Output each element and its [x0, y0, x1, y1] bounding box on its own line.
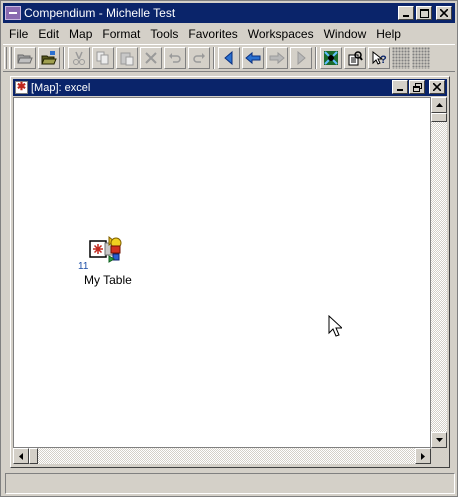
vertical-scrollbar[interactable] — [431, 97, 447, 448]
arrow-left-icon — [19, 452, 23, 460]
maximize-icon — [419, 8, 429, 18]
status-bar — [5, 473, 455, 494]
forward-history-icon — [269, 51, 285, 65]
scroll-right-button[interactable] — [415, 448, 431, 464]
forward-history-button[interactable] — [266, 47, 288, 69]
menu-favorites[interactable]: Favorites — [183, 27, 242, 41]
copy-icon — [96, 51, 109, 65]
arrow-down-icon — [435, 438, 443, 442]
close-icon — [440, 9, 448, 17]
back-history-icon — [245, 51, 261, 65]
back-button[interactable] — [218, 47, 240, 69]
map-node-icon[interactable]: ✱ — [15, 81, 28, 94]
copy-button[interactable] — [92, 47, 114, 69]
node-label[interactable]: My Table — [84, 273, 132, 287]
undo-icon — [169, 53, 181, 63]
window-title: Compendium - Michelle Test — [24, 6, 176, 20]
toolbar-grip[interactable] — [4, 47, 7, 69]
map-restore-button[interactable] — [409, 80, 425, 94]
scroll-left-button[interactable] — [13, 448, 29, 464]
open-button[interactable] — [14, 47, 36, 69]
map-frame-title: [Map]: excel — [31, 81, 91, 94]
forward-button[interactable] — [290, 47, 312, 69]
map-node[interactable]: 11 My Table — [77, 234, 147, 294]
toolbar-separator — [315, 47, 317, 69]
menu-workspaces[interactable]: Workspaces — [243, 27, 319, 41]
back-icon — [224, 50, 233, 66]
search-button[interactable] — [344, 47, 366, 69]
compendium-app-icon[interactable] — [5, 6, 21, 20]
image-rollover-button[interactable] — [320, 47, 342, 69]
close-icon — [433, 83, 441, 91]
toolbar-grip-right[interactable] — [392, 47, 410, 69]
redo-icon — [193, 53, 205, 63]
menu-file[interactable]: File — [3, 27, 33, 41]
image-rollover-icon — [324, 51, 338, 65]
horizontal-scroll-thumb[interactable] — [29, 448, 38, 464]
scrollbar-corner — [431, 448, 447, 464]
vertical-scroll-thumb[interactable] — [431, 113, 447, 122]
cut-button[interactable] — [68, 47, 90, 69]
toolbar-grip-2[interactable] — [9, 47, 12, 69]
toolbar-grip-right-2[interactable] — [412, 47, 430, 69]
menu-format[interactable]: Format — [97, 27, 145, 41]
help-button[interactable]: ? — [368, 47, 390, 69]
menu-edit[interactable]: Edit — [33, 27, 64, 41]
maximize-button[interactable] — [416, 6, 432, 20]
horizontal-scrollbar[interactable] — [13, 448, 431, 464]
arrow-right-icon — [421, 452, 425, 460]
menu-bar: File Edit Map Format Tools Favorites Wor… — [3, 24, 455, 43]
menu-help[interactable]: Help — [371, 27, 406, 41]
application-window: Compendium - Michelle Test File Edit Map… — [0, 0, 458, 497]
map-frame-caption-buttons — [392, 80, 445, 94]
map-frame-title-bar[interactable]: ✱ [Map]: excel — [13, 79, 447, 96]
delete-icon — [145, 52, 157, 64]
scroll-up-button[interactable] — [431, 97, 447, 113]
map-internal-frame: ✱ [Map]: excel 11 My Table — [10, 76, 450, 468]
forward-icon — [297, 50, 306, 66]
delete-button[interactable] — [140, 47, 162, 69]
paste-button[interactable] — [116, 47, 138, 69]
mouse-pointer-icon — [328, 315, 342, 337]
map-canvas[interactable]: 11 My Table — [13, 97, 431, 448]
caption-buttons — [398, 6, 452, 20]
map-minimize-button[interactable] — [392, 80, 408, 94]
open-project-icon — [41, 51, 57, 65]
redo-button[interactable] — [188, 47, 210, 69]
paste-icon — [120, 52, 134, 66]
svg-text:?: ? — [380, 54, 387, 66]
arrow-up-icon — [435, 103, 443, 107]
toolbar-separator — [213, 47, 215, 69]
minimize-icon — [403, 15, 409, 17]
map-close-button[interactable] — [429, 80, 445, 94]
restore-icon — [412, 82, 422, 92]
main-toolbar: ? — [3, 44, 455, 72]
menu-window[interactable]: Window — [319, 27, 372, 41]
close-button[interactable] — [436, 6, 452, 20]
toolbar-separator — [63, 47, 65, 69]
menu-map[interactable]: Map — [64, 27, 97, 41]
undo-button[interactable] — [164, 47, 186, 69]
open-icon — [17, 54, 33, 64]
back-history-button[interactable] — [242, 47, 264, 69]
open-project-button[interactable] — [38, 47, 60, 69]
minimize-icon — [397, 89, 403, 91]
reference-node-icon[interactable] — [89, 234, 123, 266]
scroll-down-button[interactable] — [431, 432, 447, 448]
title-bar[interactable]: Compendium - Michelle Test — [3, 3, 455, 23]
help-icon: ? — [372, 50, 387, 66]
minimize-button[interactable] — [398, 6, 414, 20]
search-icon — [348, 51, 363, 66]
node-count-badge: 11 — [78, 261, 89, 272]
cut-icon — [73, 51, 85, 65]
menu-tools[interactable]: Tools — [145, 27, 183, 41]
